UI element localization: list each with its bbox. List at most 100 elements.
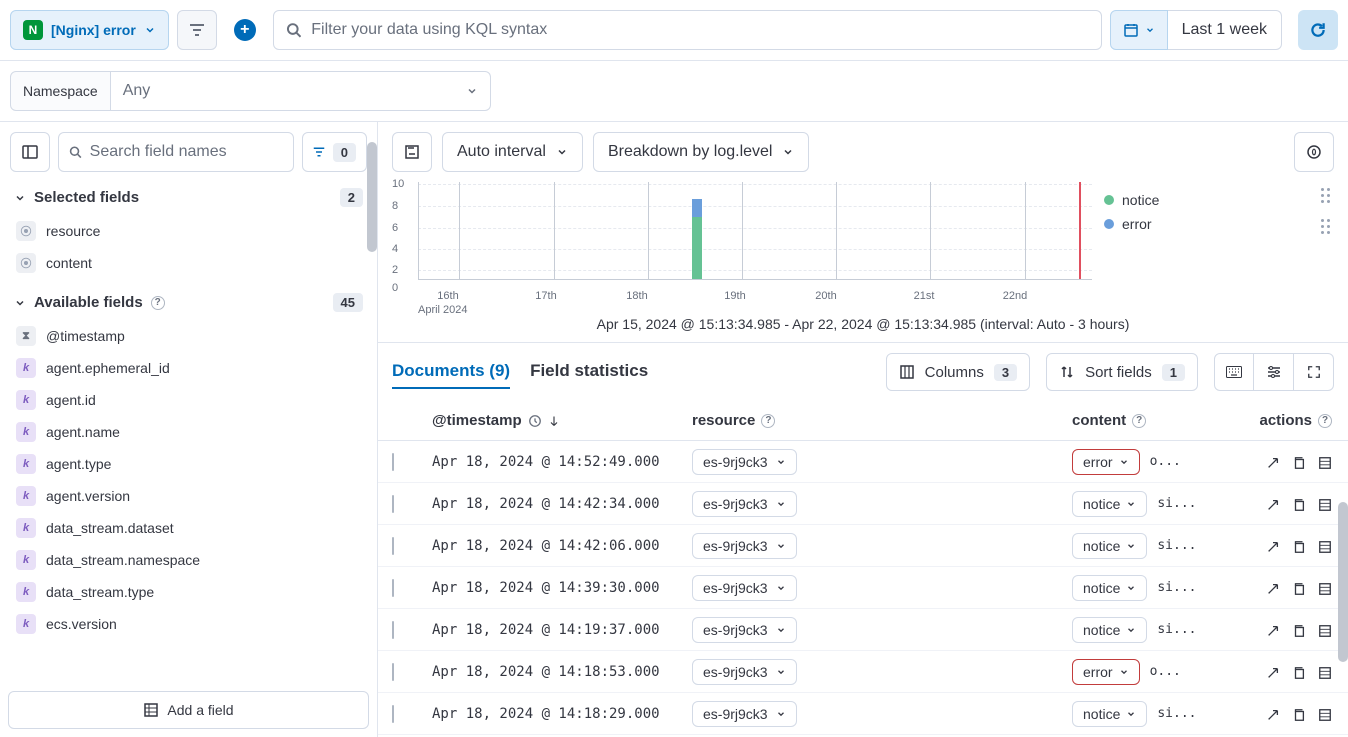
kql-search-box[interactable] <box>273 10 1102 50</box>
resource-chip[interactable]: es-9rj9ck3 <box>692 491 797 517</box>
content-scrollbar[interactable] <box>1338 502 1348 662</box>
breakdown-label: Breakdown by log.level <box>608 143 773 161</box>
columns-icon <box>899 364 915 380</box>
date-range-button[interactable]: Last 1 week <box>1168 10 1282 50</box>
sidebar-scrollbar[interactable] <box>367 142 377 252</box>
level-chip[interactable]: error <box>1072 449 1140 475</box>
row-checkbox[interactable] <box>392 537 394 555</box>
tab-field-statistics[interactable]: Field statistics <box>530 355 648 389</box>
level-chip[interactable]: notice <box>1072 575 1147 601</box>
expand-row-icon[interactable] <box>1266 705 1280 721</box>
add-filter-button[interactable]: + <box>225 10 265 50</box>
expand-row-icon[interactable] <box>1266 579 1280 595</box>
help-icon[interactable]: ? <box>761 414 775 428</box>
refresh-button[interactable] <box>1298 10 1338 50</box>
row-checkbox[interactable] <box>392 495 394 513</box>
level-chip[interactable]: notice <box>1072 617 1147 643</box>
histogram-chart[interactable]: 10 8 6 4 2 0 <box>392 182 1092 302</box>
field-item[interactable]: ⦿ content <box>8 247 369 279</box>
view-row-icon[interactable] <box>1318 663 1332 679</box>
copy-row-icon[interactable] <box>1292 495 1306 511</box>
level-chip[interactable]: error <box>1072 659 1140 685</box>
resource-chip[interactable]: es-9rj9ck3 <box>692 575 797 601</box>
field-item[interactable]: k data_stream.type <box>8 576 369 608</box>
copy-row-icon[interactable] <box>1292 537 1306 553</box>
namespace-select[interactable]: Any <box>111 71 491 111</box>
tab-documents[interactable]: Documents (9) <box>392 355 510 389</box>
field-item[interactable]: k agent.ephemeral_id <box>8 352 369 384</box>
selected-fields-toggle[interactable]: Selected fields 2 <box>0 178 377 211</box>
copy-row-icon[interactable] <box>1292 579 1306 595</box>
field-item[interactable]: k data_stream.dataset <box>8 512 369 544</box>
expand-row-icon[interactable] <box>1266 453 1280 469</box>
columns-button[interactable]: Columns 3 <box>886 353 1030 391</box>
view-row-icon[interactable] <box>1318 453 1332 469</box>
copy-row-icon[interactable] <box>1292 663 1306 679</box>
view-row-icon[interactable] <box>1318 537 1332 553</box>
help-icon[interactable]: ? <box>1318 414 1332 428</box>
column-header-resource[interactable]: resource ? <box>692 412 1072 429</box>
dataview-select[interactable]: N [Nginx] error <box>10 10 169 50</box>
expand-row-icon[interactable] <box>1266 495 1280 511</box>
arrow-down-icon <box>548 415 560 427</box>
level-chip[interactable]: notice <box>1072 533 1147 559</box>
field-item[interactable]: k agent.name <box>8 416 369 448</box>
legend-item-notice[interactable]: notice <box>1104 188 1304 212</box>
date-quick-select[interactable] <box>1110 10 1168 50</box>
x-tick: 16th <box>437 290 458 302</box>
legend-item-error[interactable]: error <box>1104 212 1304 236</box>
level-chip[interactable]: notice <box>1072 491 1147 517</box>
expand-row-icon[interactable] <box>1266 663 1280 679</box>
column-header-content[interactable]: content ? <box>1072 412 1222 429</box>
field-item[interactable]: ⧗ @timestamp <box>8 320 369 352</box>
view-row-icon[interactable] <box>1318 621 1332 637</box>
chart-bar[interactable] <box>692 199 702 279</box>
field-search-box[interactable] <box>58 132 294 172</box>
inspect-button[interactable] <box>1294 132 1334 172</box>
field-item[interactable]: k ecs.version <box>8 608 369 640</box>
field-item[interactable]: k data_stream.namespace <box>8 544 369 576</box>
expand-row-icon[interactable] <box>1266 537 1280 553</box>
view-row-icon[interactable] <box>1318 705 1332 721</box>
display-options-button[interactable] <box>1254 353 1294 391</box>
kql-input[interactable] <box>311 21 1088 39</box>
available-fields-toggle[interactable]: Available fields ? 45 <box>0 283 377 316</box>
field-filter-button[interactable]: 0 <box>302 132 367 172</box>
copy-row-icon[interactable] <box>1292 453 1306 469</box>
breakdown-select[interactable]: Breakdown by log.level <box>593 132 810 172</box>
view-row-icon[interactable] <box>1318 495 1332 511</box>
row-checkbox[interactable] <box>392 663 394 681</box>
fullscreen-button[interactable] <box>1294 353 1334 391</box>
help-icon[interactable]: ? <box>1132 414 1146 428</box>
row-checkbox[interactable] <box>392 453 394 471</box>
level-chip[interactable]: notice <box>1072 701 1147 727</box>
row-checkbox[interactable] <box>392 621 394 639</box>
resource-chip[interactable]: es-9rj9ck3 <box>692 449 797 475</box>
field-item[interactable]: k agent.id <box>8 384 369 416</box>
toggle-sidebar-button[interactable] <box>10 132 50 172</box>
keyboard-shortcuts-button[interactable] <box>1214 353 1254 391</box>
row-checkbox[interactable] <box>392 579 394 597</box>
expand-row-icon[interactable] <box>1266 621 1280 637</box>
field-item[interactable]: ⦿ resource <box>8 215 369 247</box>
resource-chip[interactable]: es-9rj9ck3 <box>692 533 797 559</box>
view-row-icon[interactable] <box>1318 579 1332 595</box>
field-item[interactable]: k agent.version <box>8 480 369 512</box>
legend-drag-handle[interactable] <box>1321 188 1330 203</box>
interval-select[interactable]: Auto interval <box>442 132 583 172</box>
sort-button[interactable]: Sort fields 1 <box>1046 353 1198 391</box>
column-header-timestamp[interactable]: @timestamp <box>432 412 692 429</box>
resource-chip[interactable]: es-9rj9ck3 <box>692 617 797 643</box>
row-checkbox[interactable] <box>392 705 394 723</box>
legend-drag-handle[interactable] <box>1321 219 1330 234</box>
help-icon[interactable]: ? <box>151 296 165 310</box>
resource-chip[interactable]: es-9rj9ck3 <box>692 659 797 685</box>
add-field-button[interactable]: Add a field <box>8 691 369 729</box>
field-item[interactable]: k agent.type <box>8 448 369 480</box>
copy-row-icon[interactable] <box>1292 621 1306 637</box>
resource-chip[interactable]: es-9rj9ck3 <box>692 701 797 727</box>
copy-row-icon[interactable] <box>1292 705 1306 721</box>
field-search-input[interactable] <box>90 143 283 161</box>
filter-toggle-button[interactable] <box>177 10 217 50</box>
save-search-button[interactable] <box>392 132 432 172</box>
